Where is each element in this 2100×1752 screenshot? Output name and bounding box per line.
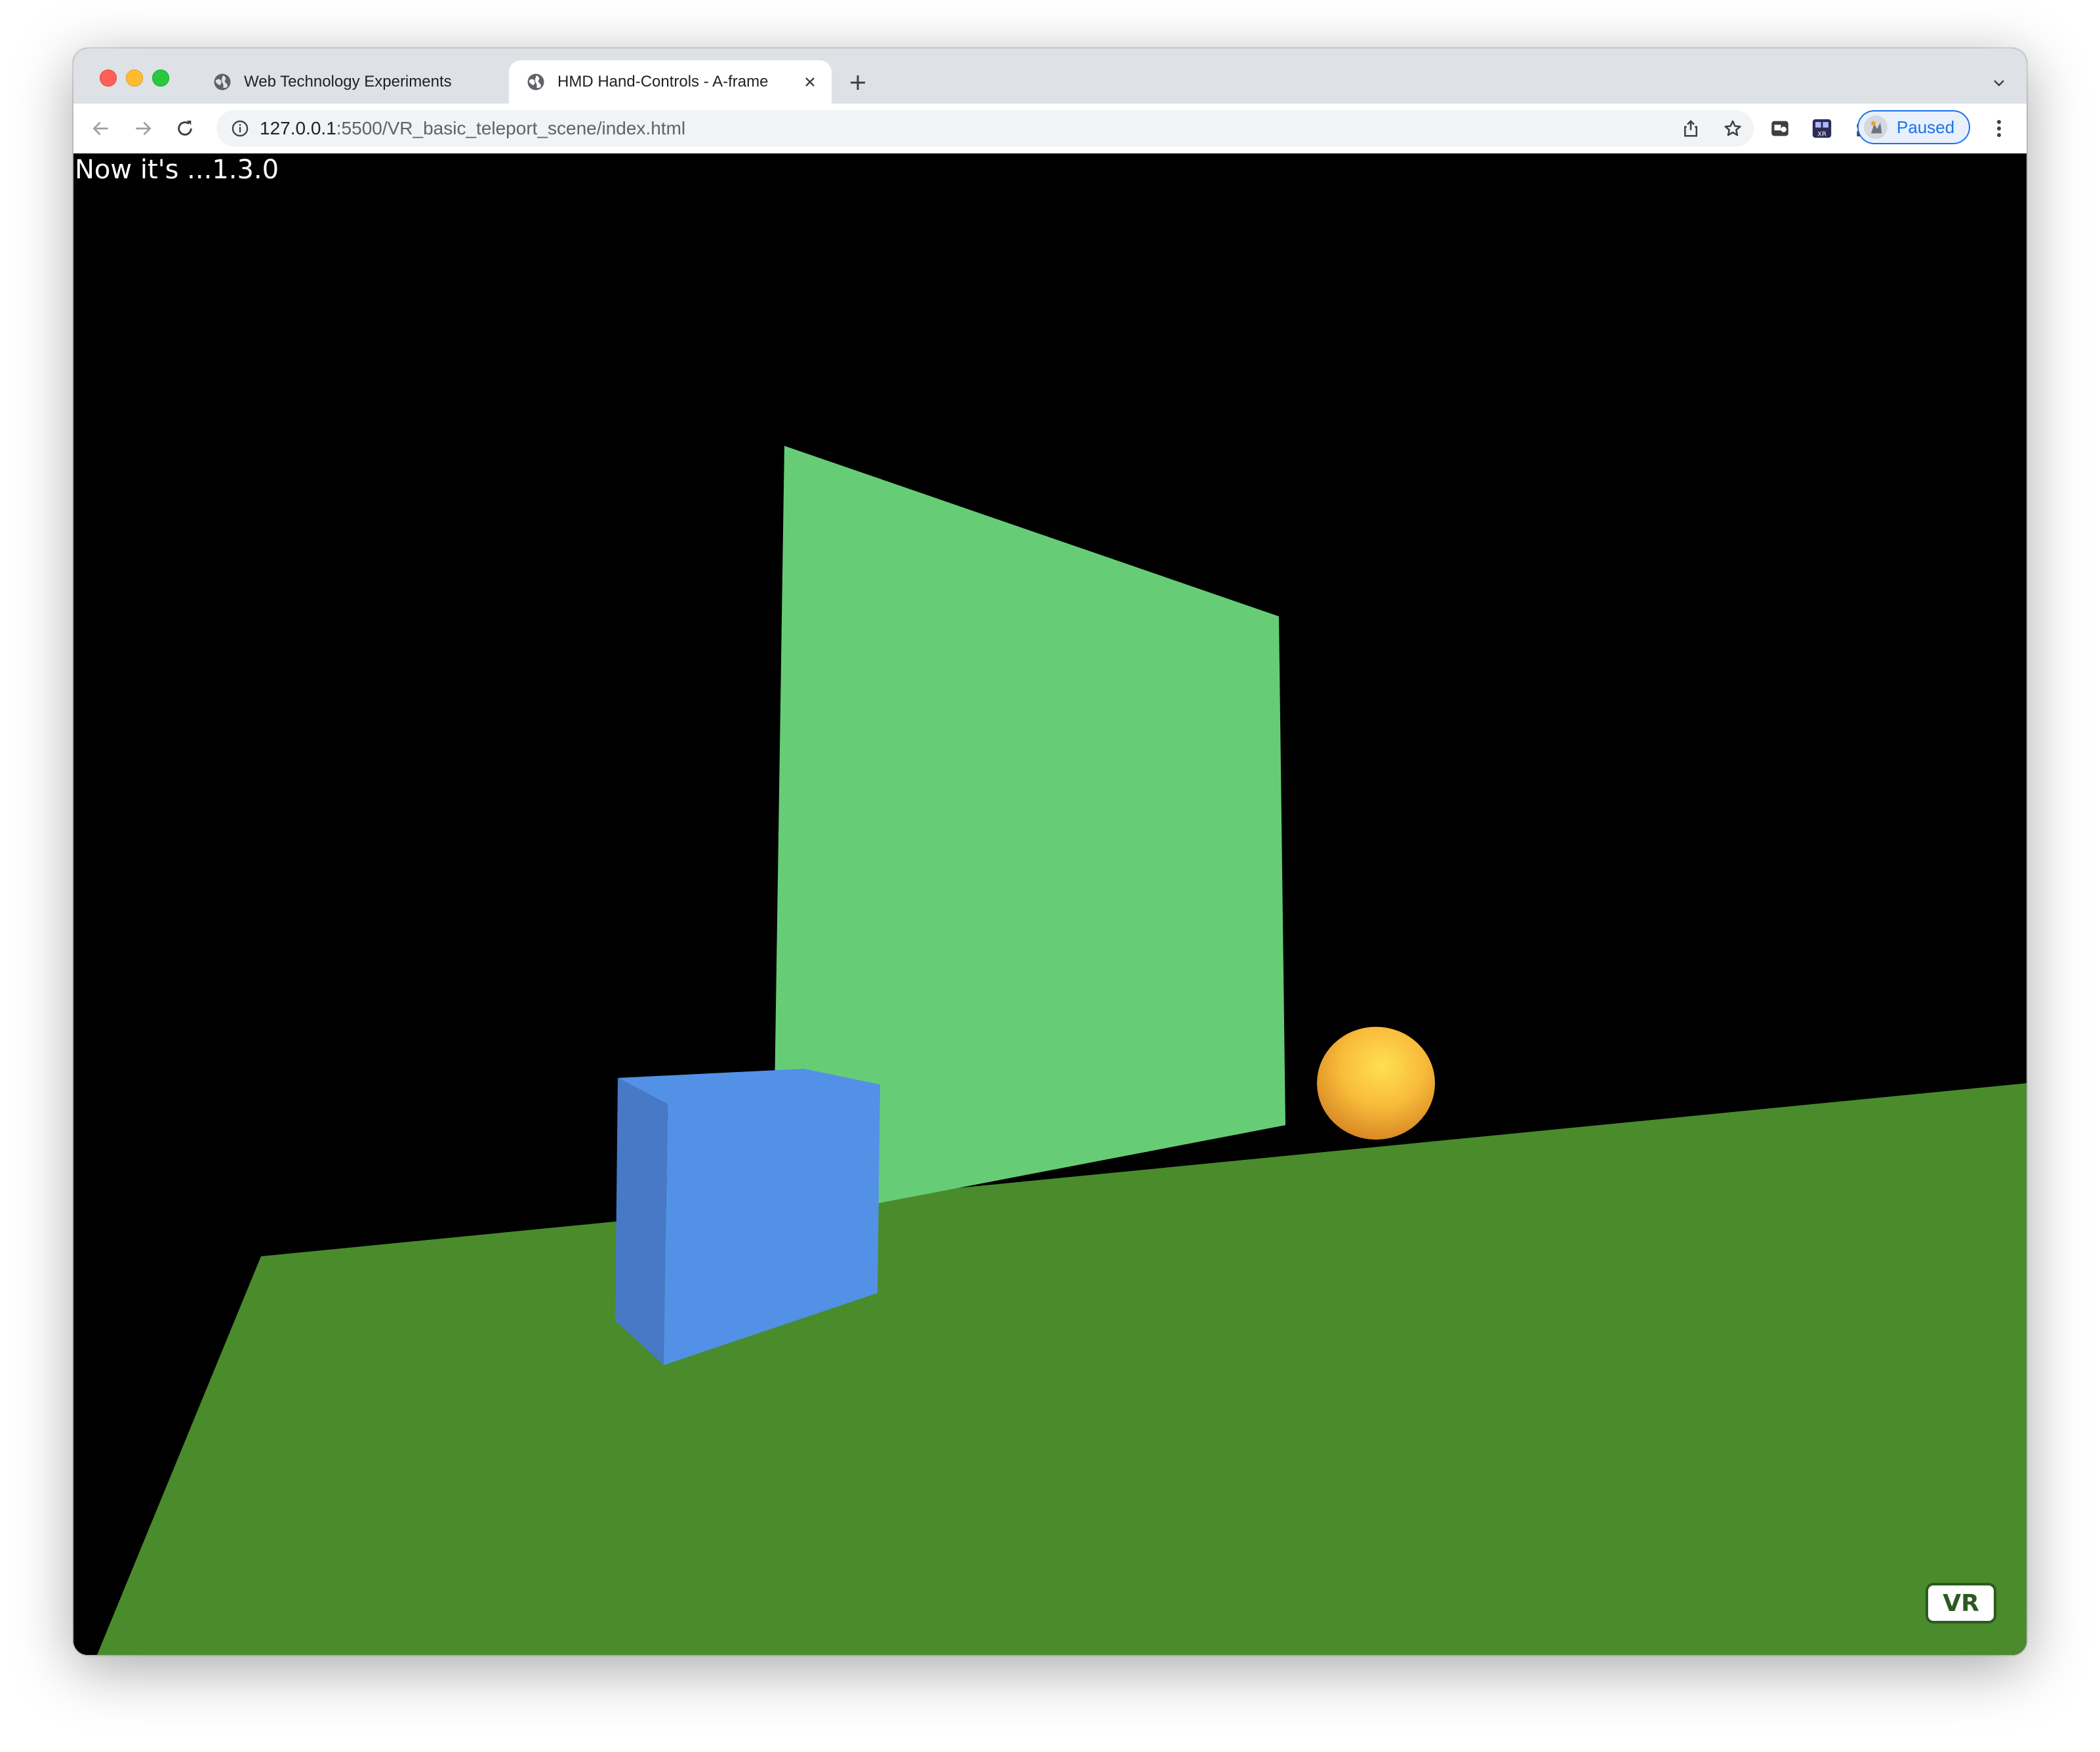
profile-paused-button[interactable]: Paused [1857,110,1970,144]
browser-window: Web Technology Experiments HMD Hand-Cont… [73,49,2027,1655]
avatar [1864,115,1888,139]
url-path: :5500/VR_basic_teleport_scene/index.html [336,118,686,138]
tab-title: HMD Hand-Controls - A-frame [557,73,769,90]
tab-strip: Web Technology Experiments HMD Hand-Cont… [73,49,2027,104]
back-button[interactable] [88,115,114,142]
bookmark-star-icon[interactable] [1722,118,1743,139]
browser-toolbar: 127.0.0.1:5500/VR_basic_teleport_scene/i… [73,104,2027,154]
close-window-button[interactable] [100,70,117,87]
address-bar[interactable]: 127.0.0.1:5500/VR_basic_teleport_scene/i… [216,110,1754,147]
enter-vr-button[interactable]: VR [1926,1583,1996,1623]
url-host: 127.0.0.1 [260,118,336,138]
vr-scene[interactable] [73,153,2027,1655]
profile-status-label: Paused [1897,117,1955,137]
version-overlay-text: Now it's ...1.3.0 [75,155,279,185]
chevron-down-icon[interactable] [1987,71,2011,94]
tab-title: Web Technology Experiments [244,73,452,90]
share-icon[interactable] [1680,118,1701,139]
globe-icon [526,72,546,92]
info-icon[interactable] [231,119,249,138]
webxr-extension-icon[interactable]: XR [1810,117,1834,140]
reload-button[interactable] [172,115,198,142]
new-tab-button[interactable] [843,68,872,97]
close-tab-icon[interactable] [800,72,820,92]
globe-icon [212,72,232,92]
svg-text:XR: XR [1817,130,1827,138]
forward-button[interactable] [130,115,156,142]
extension-icon[interactable] [1768,117,1792,140]
orange-sphere[interactable] [1317,1027,1435,1140]
url-text: 127.0.0.1:5500/VR_basic_teleport_scene/i… [260,118,685,139]
zoom-window-button[interactable] [152,70,169,87]
tab-hmd-hand-controls[interactable]: HMD Hand-Controls - A-frame [509,60,832,104]
minimize-window-button[interactable] [126,70,143,87]
aframe-scene-canvas[interactable]: Now it's ...1.3.0 VR [73,153,2027,1655]
blue-box-side[interactable] [615,1078,668,1365]
more-menu-icon[interactable] [1987,117,2011,140]
